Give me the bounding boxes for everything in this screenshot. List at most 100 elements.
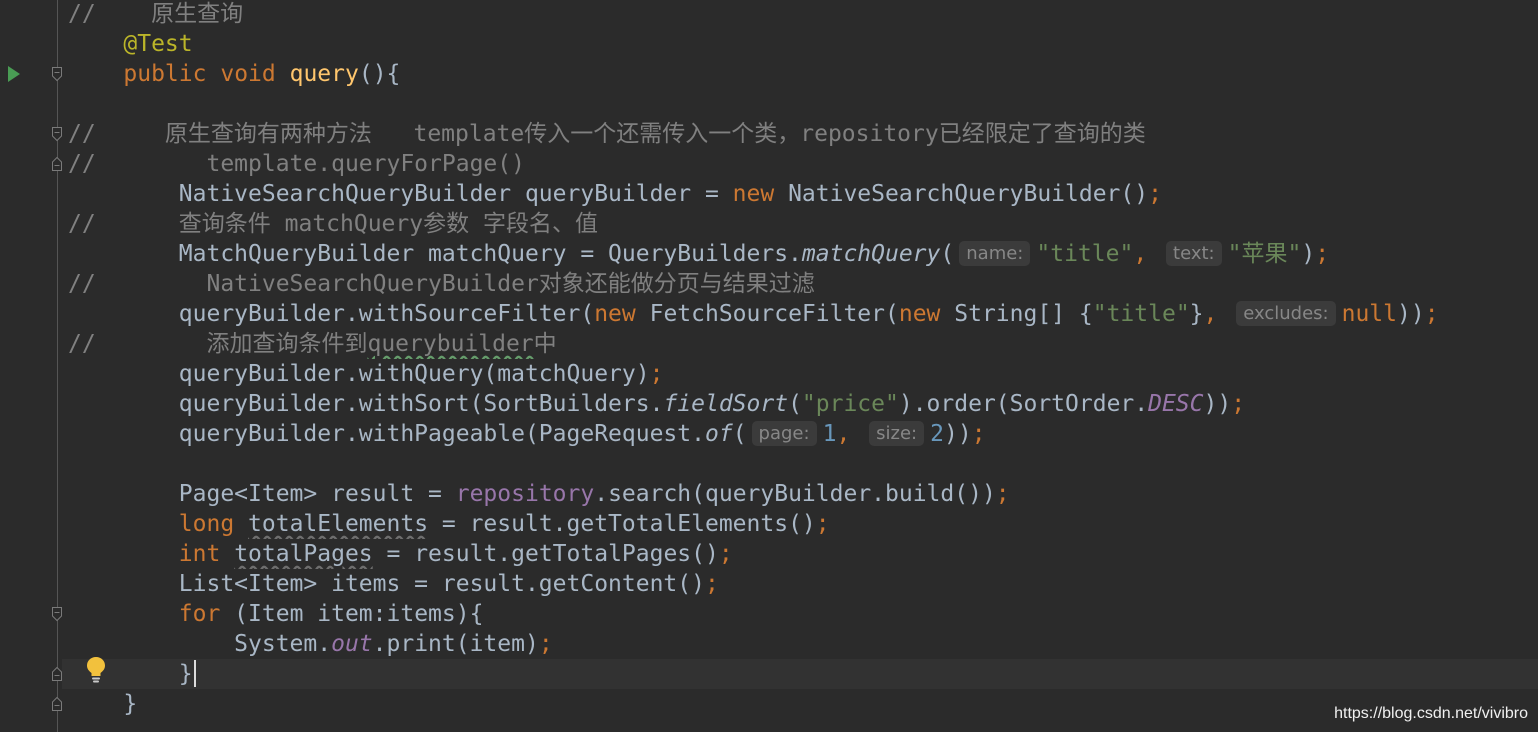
- run-icon[interactable]: [7, 65, 21, 83]
- code-line[interactable]: // 原生查询: [62, 0, 1538, 29]
- code-token: (Item item:items){: [220, 601, 484, 627]
- code-token: ;: [995, 481, 1010, 507]
- fold-start-icon[interactable]: [51, 126, 63, 142]
- fold-end-icon[interactable]: [51, 696, 63, 712]
- code-line[interactable]: // NativeSearchQueryBuilder对象还能做分页与结果过滤: [62, 269, 1538, 299]
- code-token: ;: [1424, 301, 1439, 327]
- code-line[interactable]: NativeSearchQueryBuilder queryBuilder = …: [62, 179, 1538, 209]
- code-line[interactable]: System.out.print(item);: [62, 629, 1538, 659]
- code-token: // 添加查询条件到: [68, 331, 368, 357]
- parameter-hint: size:: [869, 421, 925, 446]
- code-token: int: [178, 541, 221, 567]
- code-token: "苹果": [1227, 241, 1302, 267]
- code-token: ;: [815, 511, 830, 537]
- code-line[interactable]: }: [62, 659, 1538, 689]
- code-token: = result.getTotalElements(): [428, 511, 816, 537]
- fold-end-icon[interactable]: [51, 666, 63, 682]
- code-line[interactable]: }: [62, 689, 1538, 719]
- code-line[interactable]: Page<Item> result = repository.search(qu…: [62, 479, 1538, 509]
- code-line[interactable]: [62, 449, 1538, 479]
- code-token: ;: [971, 421, 986, 447]
- code-line[interactable]: queryBuilder.withSort(SortBuilders.field…: [62, 389, 1538, 419]
- code-token: NativeSearchQueryBuilder queryBuilder =: [68, 181, 733, 207]
- code-token: ,: [836, 421, 851, 447]
- code-line[interactable]: // 添加查询条件到querybuilder中: [62, 329, 1538, 359]
- code-token: 2: [930, 421, 944, 447]
- code-line[interactable]: public void query(){: [62, 59, 1538, 89]
- code-token: .print(item): [372, 631, 539, 657]
- code-line[interactable]: queryBuilder.withSourceFilter(new FetchS…: [62, 299, 1538, 329]
- code-token: // 原生查询: [68, 1, 244, 27]
- parameter-hint: name:: [959, 241, 1031, 266]
- code-token: .search(queryBuilder.build()): [594, 481, 996, 507]
- fold-start-icon[interactable]: [51, 606, 63, 622]
- code-line[interactable]: @Test: [62, 29, 1538, 59]
- code-token: matchQuery: [801, 241, 941, 267]
- code-token: String[] {: [940, 301, 1093, 327]
- code-token: List<Item> items = result.getContent(): [68, 571, 705, 597]
- code-line[interactable]: for (Item item:items){: [62, 599, 1538, 629]
- bulb-icon[interactable]: [85, 655, 107, 685]
- code-token: "title": [1092, 301, 1190, 327]
- code-token: out: [331, 631, 373, 657]
- code-token: queryBuilder.withSort(SortBuilders.: [68, 391, 664, 417]
- code-token: new: [898, 301, 941, 327]
- code-token: (: [940, 241, 955, 267]
- code-token: long: [178, 511, 235, 537]
- code-token: repository: [455, 481, 595, 507]
- code-line[interactable]: [62, 89, 1538, 119]
- code-token: void: [220, 61, 276, 87]
- code-token: (){: [358, 61, 401, 87]
- code-token: )): [943, 421, 972, 447]
- code-token: )): [1396, 301, 1425, 327]
- parameter-hint: excludes:: [1236, 301, 1336, 326]
- code-token: DESC: [1148, 391, 1204, 417]
- code-token: of: [704, 421, 733, 447]
- code-token: ;: [1231, 391, 1246, 417]
- code-token: null: [1341, 301, 1397, 327]
- watermark-text: https://blog.csdn.net/vivibro: [1334, 705, 1528, 722]
- code-token: // 原生查询有两种方法 template传入一个还需传入一个类，reposit…: [68, 121, 1146, 147]
- code-area[interactable]: // 原生查询 @Test public void query(){ // 原生查…: [62, 0, 1538, 732]
- code-line[interactable]: // template.queryForPage(): [62, 149, 1538, 179]
- code-line[interactable]: queryBuilder.withQuery(matchQuery);: [62, 359, 1538, 389]
- code-token: ;: [1315, 241, 1330, 267]
- code-token: query: [289, 61, 359, 87]
- code-token: (: [732, 421, 747, 447]
- code-token: = result.getTotalPages(): [372, 541, 719, 567]
- code-line[interactable]: int totalPages = result.getTotalPages();: [62, 539, 1538, 569]
- code-token: ;: [1148, 181, 1162, 207]
- code-token: "price": [801, 391, 899, 417]
- code-token: ;: [704, 571, 719, 597]
- code-line[interactable]: long totalElements = result.getTotalElem…: [62, 509, 1538, 539]
- gutter-row: [0, 657, 120, 689]
- code-token: Page<Item> result =: [68, 481, 456, 507]
- code-token: public: [123, 61, 207, 87]
- code-token: )): [1203, 391, 1232, 417]
- code-token: totalPages: [234, 541, 373, 567]
- code-line[interactable]: // 查询条件 matchQuery参数 字段名、值: [62, 209, 1538, 239]
- code-token: // template.queryForPage(): [68, 151, 525, 177]
- code-line[interactable]: MatchQueryBuilder matchQuery = QueryBuil…: [62, 239, 1538, 269]
- code-token: "title": [1036, 241, 1134, 267]
- code-line[interactable]: List<Item> items = result.getContent();: [62, 569, 1538, 599]
- code-token: // 查询条件 matchQuery参数 字段名、值: [68, 211, 598, 237]
- code-token: 中: [533, 331, 557, 357]
- code-line[interactable]: // 原生查询有两种方法 template传入一个还需传入一个类，reposit…: [62, 119, 1538, 149]
- code-token: NativeSearchQueryBuilder(): [774, 181, 1149, 207]
- code-editor[interactable]: // 原生查询 @Test public void query(){ // 原生查…: [0, 0, 1538, 732]
- code-token: MatchQueryBuilder matchQuery = QueryBuil…: [68, 241, 802, 267]
- fold-start-icon[interactable]: [51, 66, 63, 82]
- fold-end-icon[interactable]: [51, 156, 63, 172]
- code-token: System.: [68, 631, 332, 657]
- code-token: }: [68, 691, 138, 717]
- code-line[interactable]: queryBuilder.withPageable(PageRequest.of…: [62, 419, 1538, 449]
